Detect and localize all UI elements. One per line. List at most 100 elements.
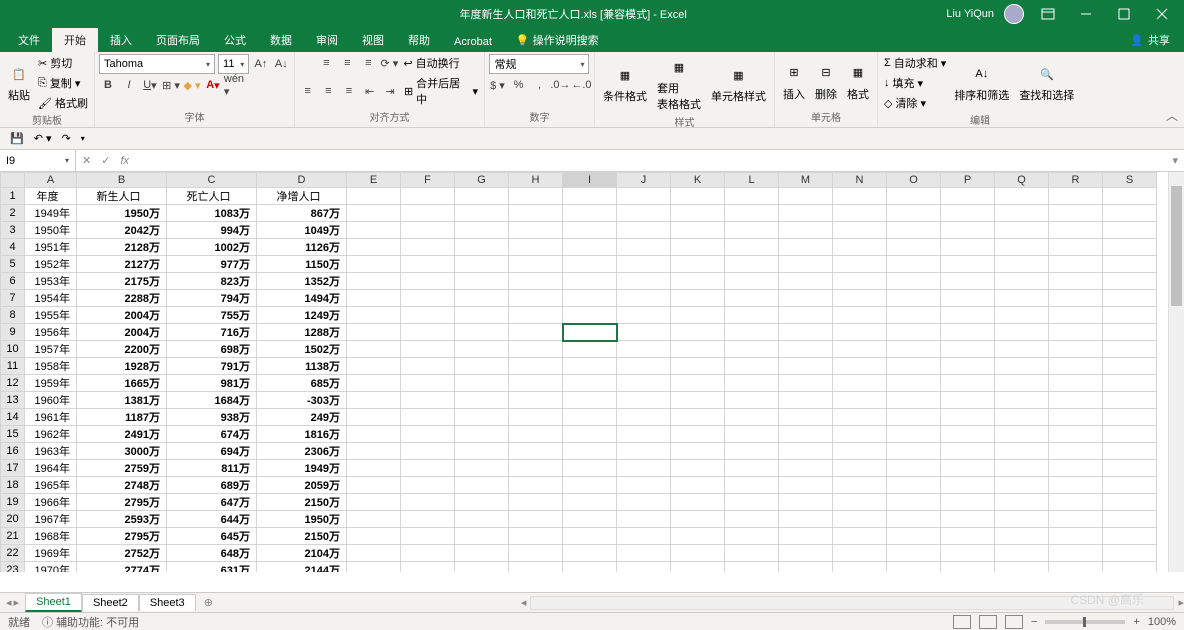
cell-E7[interactable]: [347, 290, 401, 307]
cell-F20[interactable]: [401, 511, 455, 528]
cell-I12[interactable]: [563, 375, 617, 392]
cell-F19[interactable]: [401, 494, 455, 511]
cell-O19[interactable]: [887, 494, 941, 511]
cell-M9[interactable]: [779, 324, 833, 341]
cell-C19[interactable]: 647万: [167, 494, 257, 511]
cell-C7[interactable]: 794万: [167, 290, 257, 307]
cell-M6[interactable]: [779, 273, 833, 290]
enter-formula-icon[interactable]: ✓: [101, 154, 110, 167]
collapse-ribbon-icon[interactable]: ︿: [1166, 107, 1178, 124]
cell-L2[interactable]: [725, 205, 779, 222]
tab-insert[interactable]: 插入: [98, 28, 144, 52]
cell-A14[interactable]: 1961年: [25, 409, 77, 426]
cell-A8[interactable]: 1955年: [25, 307, 77, 324]
align-top-icon[interactable]: ≡: [317, 54, 335, 72]
cell-C4[interactable]: 1002万: [167, 239, 257, 256]
cell-S10[interactable]: [1103, 341, 1157, 358]
cell-J9[interactable]: [617, 324, 671, 341]
close-icon[interactable]: [1148, 0, 1176, 28]
cell-P13[interactable]: [941, 392, 995, 409]
cell-M10[interactable]: [779, 341, 833, 358]
col-header-I[interactable]: I: [563, 173, 617, 188]
cell-O20[interactable]: [887, 511, 941, 528]
cell-I2[interactable]: [563, 205, 617, 222]
cell-C9[interactable]: 716万: [167, 324, 257, 341]
tab-help[interactable]: 帮助: [396, 28, 442, 52]
col-header-N[interactable]: N: [833, 173, 887, 188]
avatar[interactable]: [1004, 4, 1024, 24]
cell-E23[interactable]: [347, 562, 401, 573]
conditional-format-button[interactable]: ▦条件格式: [599, 62, 651, 106]
cell-I20[interactable]: [563, 511, 617, 528]
cell-G12[interactable]: [455, 375, 509, 392]
cell-O22[interactable]: [887, 545, 941, 562]
cell-F13[interactable]: [401, 392, 455, 409]
align-center-icon[interactable]: ≡: [320, 82, 338, 100]
delete-cells-button[interactable]: ⊟删除: [811, 60, 841, 104]
cell-H7[interactable]: [509, 290, 563, 307]
expand-formula-icon[interactable]: ▾: [1172, 154, 1178, 167]
cell-J13[interactable]: [617, 392, 671, 409]
qat-customize-icon[interactable]: ▾: [81, 134, 85, 143]
cell-E10[interactable]: [347, 341, 401, 358]
cell-S21[interactable]: [1103, 528, 1157, 545]
col-header-K[interactable]: K: [671, 173, 725, 188]
cell-P22[interactable]: [941, 545, 995, 562]
increase-decimal-icon[interactable]: .0→: [551, 76, 569, 94]
cell-G10[interactable]: [455, 341, 509, 358]
cell-E12[interactable]: [347, 375, 401, 392]
cell-R16[interactable]: [1049, 443, 1103, 460]
cancel-formula-icon[interactable]: ✕: [82, 154, 91, 167]
cell-J22[interactable]: [617, 545, 671, 562]
cell-A12[interactable]: 1959年: [25, 375, 77, 392]
cell-F22[interactable]: [401, 545, 455, 562]
format-cells-button[interactable]: ▦格式: [843, 60, 873, 104]
cell-H13[interactable]: [509, 392, 563, 409]
cell-N11[interactable]: [833, 358, 887, 375]
tab-home[interactable]: 开始: [52, 28, 98, 52]
cell-Q17[interactable]: [995, 460, 1049, 477]
cell-O15[interactable]: [887, 426, 941, 443]
cell-O2[interactable]: [887, 205, 941, 222]
cell-P16[interactable]: [941, 443, 995, 460]
cell-M19[interactable]: [779, 494, 833, 511]
cell-I18[interactable]: [563, 477, 617, 494]
cell-H2[interactable]: [509, 205, 563, 222]
cell-A7[interactable]: 1954年: [25, 290, 77, 307]
cell-N20[interactable]: [833, 511, 887, 528]
col-header-O[interactable]: O: [887, 173, 941, 188]
cell-G17[interactable]: [455, 460, 509, 477]
cell-G8[interactable]: [455, 307, 509, 324]
cell-P3[interactable]: [941, 222, 995, 239]
tab-formula[interactable]: 公式: [212, 28, 258, 52]
cell-E2[interactable]: [347, 205, 401, 222]
cell-N10[interactable]: [833, 341, 887, 358]
cell-C14[interactable]: 938万: [167, 409, 257, 426]
font-size-select[interactable]: 11▾: [218, 54, 249, 74]
cell-C11[interactable]: 791万: [167, 358, 257, 375]
col-header-B[interactable]: B: [77, 173, 167, 188]
cell-D23[interactable]: 2144万: [257, 562, 347, 573]
cell-G2[interactable]: [455, 205, 509, 222]
cell-G18[interactable]: [455, 477, 509, 494]
cell-S6[interactable]: [1103, 273, 1157, 290]
cell-O3[interactable]: [887, 222, 941, 239]
cell-G1[interactable]: [455, 188, 509, 205]
cell-N17[interactable]: [833, 460, 887, 477]
col-header-P[interactable]: P: [941, 173, 995, 188]
cell-N7[interactable]: [833, 290, 887, 307]
underline-button[interactable]: U ▾: [141, 76, 159, 94]
cell-D7[interactable]: 1494万: [257, 290, 347, 307]
cell-K10[interactable]: [671, 341, 725, 358]
cell-L9[interactable]: [725, 324, 779, 341]
page-break-view-icon[interactable]: [1005, 615, 1023, 629]
row-header-10[interactable]: 10: [1, 341, 25, 358]
cell-J18[interactable]: [617, 477, 671, 494]
cell-K17[interactable]: [671, 460, 725, 477]
cell-N1[interactable]: [833, 188, 887, 205]
row-header-17[interactable]: 17: [1, 460, 25, 477]
cell-L11[interactable]: [725, 358, 779, 375]
cell-Q22[interactable]: [995, 545, 1049, 562]
fill-color-button[interactable]: ◆ ▾: [183, 76, 201, 94]
cell-L8[interactable]: [725, 307, 779, 324]
